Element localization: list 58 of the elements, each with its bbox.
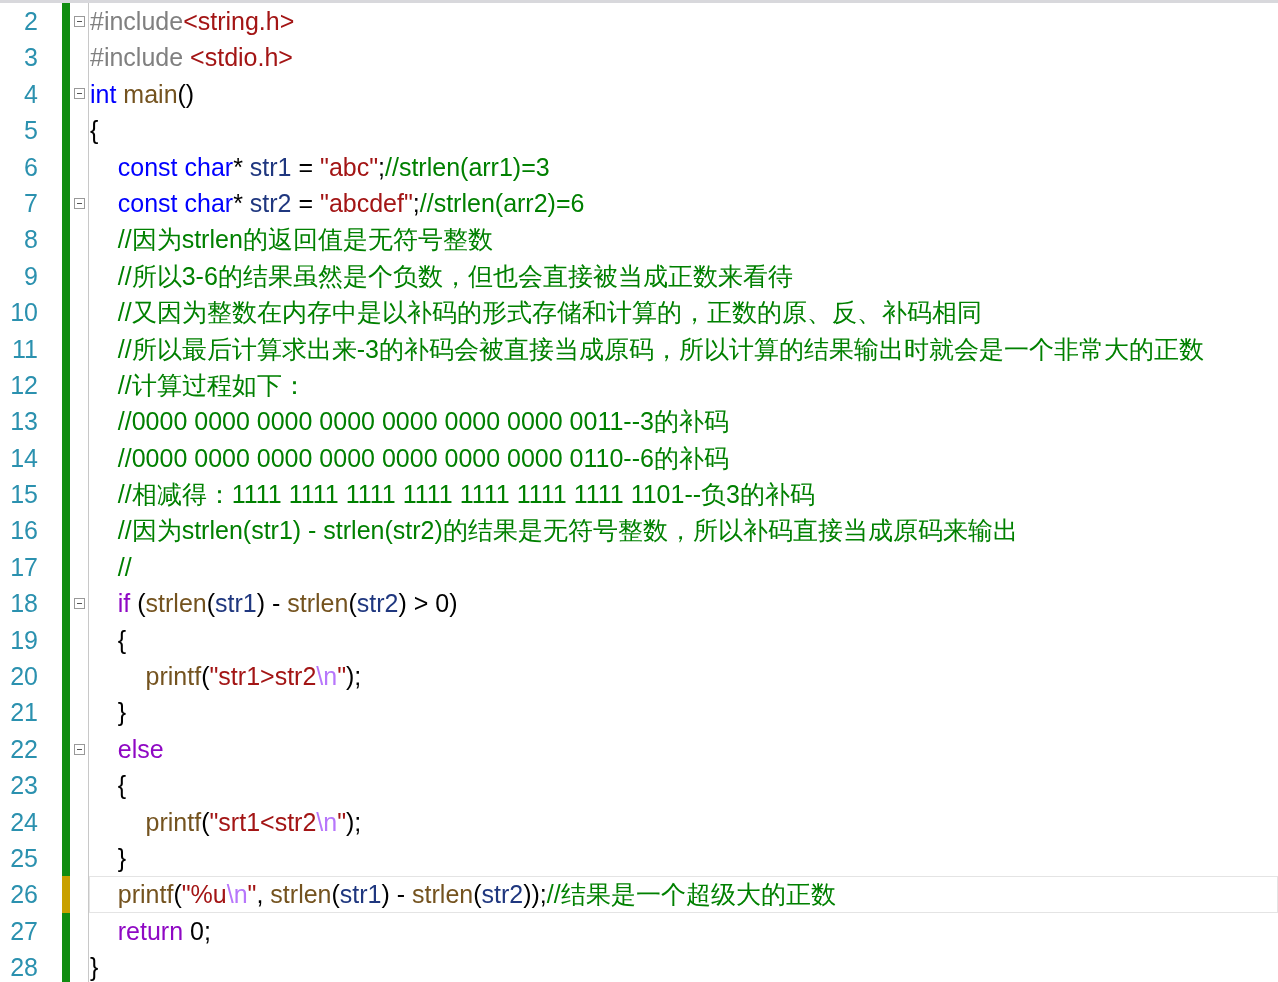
code-line: const char* str2 = "abcdef";//strlen(arr2)=6 [116,187,586,219]
code-line: if (strlen(str1) - strlen(str2) > 0) [116,588,459,620]
collapse-icon[interactable] [73,743,85,755]
line-number: 12 [9,369,39,401]
code-line: //相减得：1111 1111 1111 1111 1111 1111 1111 1101--负3的补码 [116,479,816,511]
code-line: #include<string.h> [89,6,296,37]
code-line: const char* str1 = "abc";//strlen(arr1)=3 [116,151,551,183]
collapse-icon[interactable] [73,197,85,209]
line-number: 22 [9,733,39,765]
code-line: } [116,697,128,729]
line-number: 6 [23,151,39,183]
line-number: 18 [9,588,39,620]
collapse-icon[interactable] [73,597,85,609]
line-number: 7 [23,187,39,219]
line-number: 23 [9,770,39,802]
code-line: { [89,115,100,147]
code-line: //因为strlen(str1) - strlen(str2)的结果是无符号整数，所以补码直接当成原码来输出 [116,515,1019,547]
code-line: //0000 0000 0000 0000 0000 0000 0000 0011--3的补码 [116,406,730,438]
line-number: 28 [9,952,39,982]
line-number: 5 [23,115,39,147]
line-number: 9 [23,260,39,292]
line-number: 25 [9,843,39,874]
line-number: 13 [9,406,39,438]
line-number: 11 [11,333,39,365]
line-number: 15 [9,479,39,511]
code-line: else [116,733,165,765]
code-line: printf("srt1<str2\n"); [144,806,363,838]
code-line: #include <stdio.h> [89,42,294,74]
line-number: 17 [9,551,39,583]
code-line: //所以3-6的结果虽然是个负数，但也会直接被当成正数来看待 [116,260,794,292]
code-line: int main() [89,78,196,110]
line-number: 3 [23,42,39,74]
code-line: //因为strlen的返回值是无符号整数 [116,224,494,256]
code-line: } [89,952,100,982]
line-number: 24 [9,806,39,838]
line-number: 26 [9,879,39,911]
code-line: //计算过程如下： [116,369,308,401]
line-number: 27 [9,915,39,947]
code-line: //所以最后计算求出来-3的补码会被直接当成原码，所以计算的结果输出时就会是一个非常大的正数 [116,333,1205,365]
line-number: 16 [9,515,39,547]
line-number: 19 [9,624,39,656]
line-number: 2 [23,6,39,37]
code-line: return 0; [116,915,212,947]
code-line: printf("str1>str2\n"); [144,661,363,693]
code-line: //0000 0000 0000 0000 0000 0000 0000 0110--6的补码 [116,442,730,474]
code-line: //又因为整数在内存中是以补码的形式存储和计算的，正数的原、反、补码相同 [116,297,983,329]
code-line: // [116,551,133,583]
line-number: 14 [9,442,39,474]
line-number: 21 [9,697,39,729]
line-number: 8 [23,224,39,256]
line-number: 10 [9,297,39,329]
code-line: { [116,770,128,802]
code-line: { [116,624,128,656]
line-number: 4 [23,78,39,110]
collapse-icon[interactable] [73,88,85,100]
code-line: } [116,843,128,874]
collapse-icon[interactable] [73,15,85,27]
line-number: 20 [9,661,39,693]
